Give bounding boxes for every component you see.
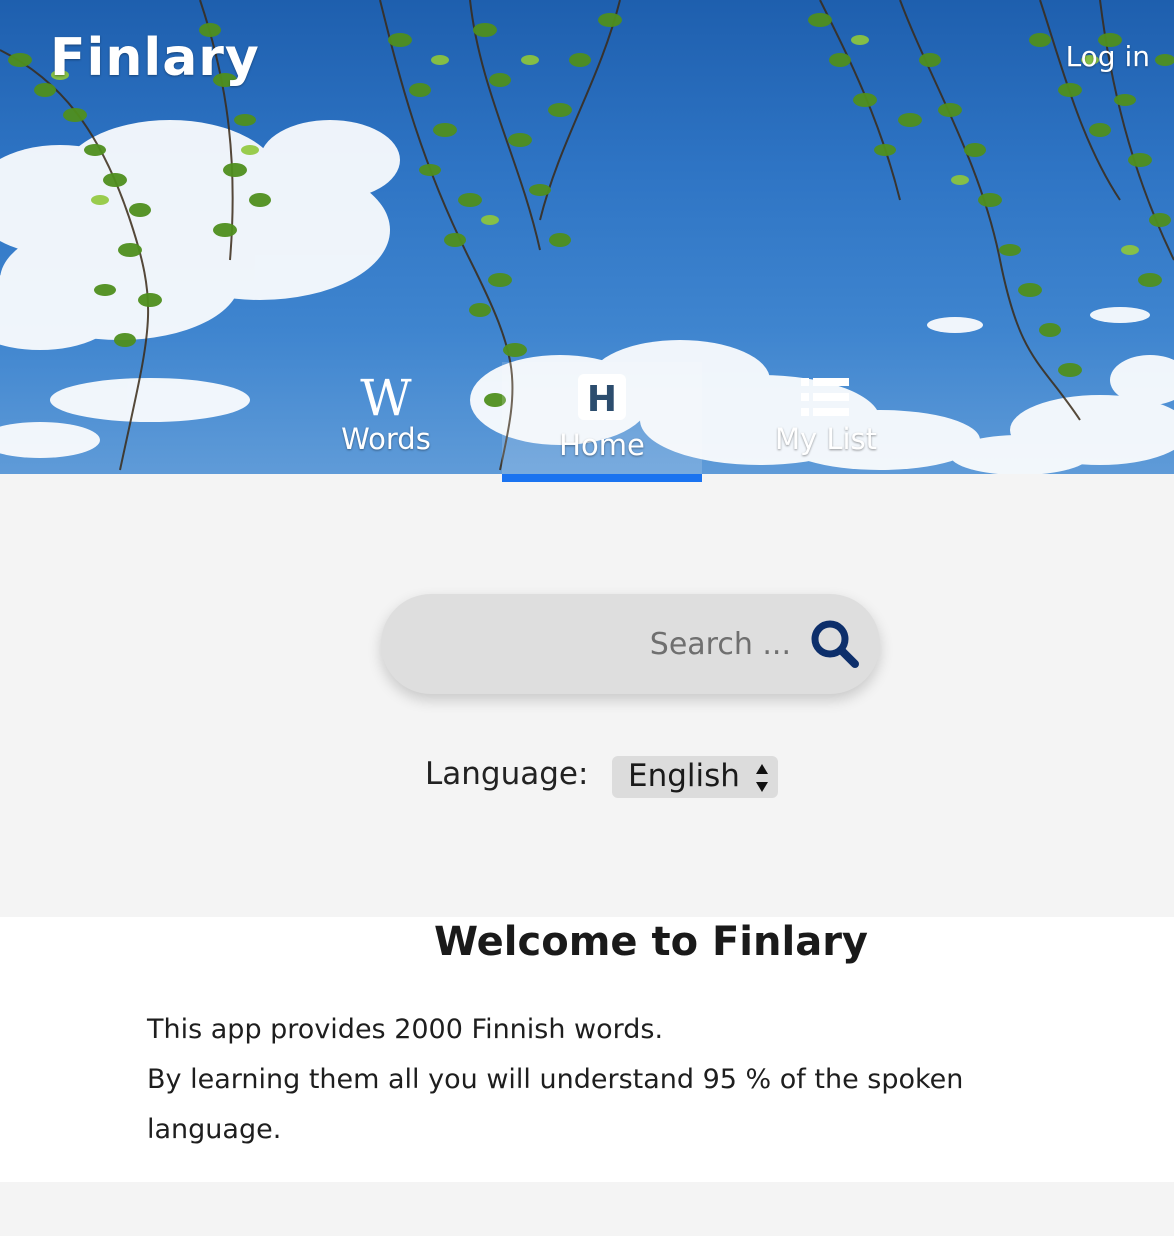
welcome-line-2: By learning them all you will understand… [147, 1064, 964, 1145]
tab-home[interactable]: H Home [502, 362, 702, 474]
tab-words-label: Words [341, 422, 431, 456]
tab-home-label: Home [559, 428, 645, 462]
tab-words[interactable]: W Words [286, 362, 486, 474]
tab-my-list[interactable]: My List [726, 362, 926, 474]
app-logo-title[interactable]: Finlary [50, 28, 260, 88]
home-h-icon: H [502, 372, 702, 422]
search-bar [381, 594, 880, 694]
language-label: Language: [425, 756, 589, 792]
welcome-section: Welcome to Finlary This app provides 200… [0, 917, 1174, 1182]
welcome-title: Welcome to Finlary [433, 919, 868, 965]
wikipedia-w-icon: W [286, 372, 486, 422]
search-button[interactable] [807, 616, 863, 672]
welcome-line-1: This app provides 2000 Finnish words. [147, 1014, 664, 1045]
select-arrows-icon [756, 764, 768, 792]
search-icon [811, 620, 859, 668]
svg-text:H: H [587, 379, 617, 420]
svg-text:W: W [360, 375, 412, 419]
hero-banner: Finlary Log in W Words H Home My List [0, 0, 1174, 474]
tab-my-list-label: My List [774, 422, 878, 456]
search-input[interactable] [381, 594, 801, 694]
login-link[interactable]: Log in [1066, 40, 1150, 73]
language-selected-value: English [628, 758, 740, 794]
language-select[interactable]: English [612, 756, 778, 798]
list-icon [726, 372, 926, 422]
active-tab-indicator [502, 474, 702, 482]
